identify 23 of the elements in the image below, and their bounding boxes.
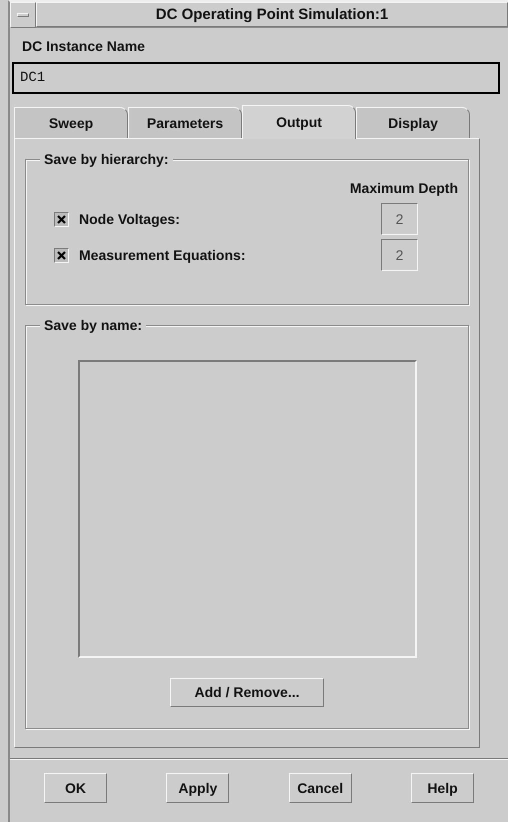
instance-name-field[interactable]: DC1: [12, 62, 500, 94]
checkbox[interactable]: [54, 248, 69, 262]
checkbox-label: Node Voltages:: [79, 210, 180, 229]
cross-icon: [57, 250, 66, 260]
tab[interactable]: Display: [356, 107, 470, 138]
dialog-button[interactable]: Cancel: [288, 773, 352, 803]
dialog-button[interactable]: OK: [44, 773, 107, 803]
tab[interactable]: Output: [242, 105, 356, 139]
checkbox[interactable]: [54, 212, 69, 226]
minus-icon: [17, 13, 29, 17]
dialog-button[interactable]: Help: [410, 773, 474, 803]
window-menu-button[interactable]: [10, 2, 36, 28]
field-label: DC Instance Name: [22, 37, 146, 56]
depth-field[interactable]: 2: [381, 239, 418, 271]
dialog-button[interactable]: Apply: [166, 773, 230, 803]
window-title: DC Operating Point Simulation:1: [36, 2, 508, 27]
tab[interactable]: Sweep: [14, 107, 128, 138]
add-remove-button[interactable]: Add / Remove...: [170, 678, 324, 707]
checkbox-label: Measurement Equations:: [79, 246, 246, 265]
column-heading: Maximum Depth: [348, 179, 459, 198]
cross-icon: [57, 214, 66, 224]
tab[interactable]: Parameters: [128, 107, 242, 138]
depth-field[interactable]: 2: [381, 203, 418, 235]
